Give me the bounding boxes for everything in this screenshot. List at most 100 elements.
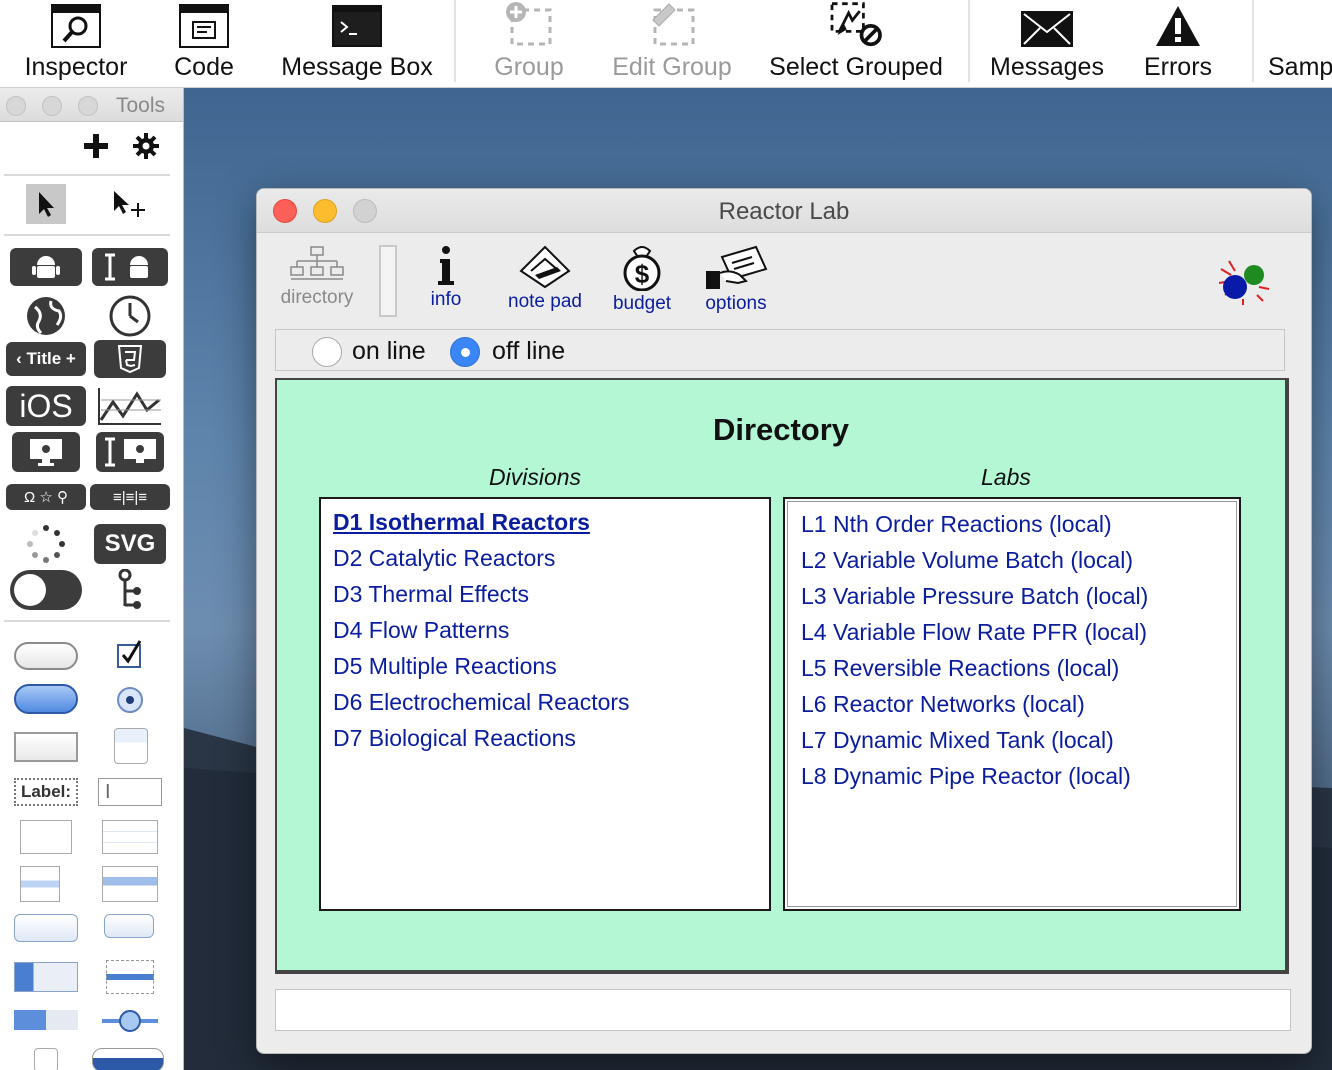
lock-tool-icon[interactable]	[34, 1048, 58, 1070]
list-field-tool-icon[interactable]	[20, 866, 60, 902]
on-line-label: on line	[352, 337, 426, 365]
budget-icon: $	[623, 246, 661, 291]
edit-group-button[interactable]: Edit Group	[604, 0, 740, 87]
pulldown-menu-tool-icon[interactable]	[106, 960, 154, 994]
checkbox-tool-icon[interactable]	[114, 638, 146, 670]
label-field-tool-label: Label:	[20, 782, 72, 801]
sample-button[interactable]: Samp	[1268, 0, 1332, 87]
table-field-tool-icon[interactable]	[102, 820, 158, 854]
default-button-tool-icon[interactable]	[14, 684, 78, 714]
group-button[interactable]: Group	[486, 0, 572, 87]
scrolling-field-tool-icon[interactable]	[20, 820, 72, 854]
lab-item-l7[interactable]: L7 Dynamic Mixed Tank (local)	[801, 727, 1114, 754]
clock-widget-icon[interactable]	[108, 294, 152, 338]
nav-divider	[379, 245, 397, 317]
add-icon[interactable]	[80, 130, 112, 162]
message-box-button[interactable]: Message Box	[272, 0, 442, 87]
data-grid-tool-icon[interactable]	[102, 866, 158, 902]
tools-divider	[4, 174, 170, 176]
html5-widget-icon[interactable]	[94, 340, 166, 378]
lab-item-l6[interactable]: L6 Reactor Networks (local)	[801, 691, 1085, 718]
directory-nav-button[interactable]: directory	[277, 245, 357, 309]
status-field	[275, 989, 1291, 1031]
budget-nav-button[interactable]: $ budget	[607, 245, 677, 315]
division-item-d1[interactable]: D1 Isothermal Reactors	[333, 509, 590, 536]
directory-nav-label: directory	[280, 287, 354, 308]
pointer-tool-icon[interactable]	[26, 184, 66, 224]
rectangle-button-tool-icon[interactable]	[14, 732, 78, 762]
lab-item-l8[interactable]: L8 Dynamic Pipe Reactor (local)	[801, 763, 1131, 790]
division-item-d5[interactable]: D5 Multiple Reactions	[333, 653, 557, 680]
directory-heading: Directory	[712, 412, 850, 447]
lab-item-l3[interactable]: L3 Variable Pressure Batch (local)	[801, 583, 1148, 610]
run-browse-tool-icon[interactable]	[108, 184, 148, 224]
browser-globe-icon[interactable]	[24, 294, 68, 338]
division-item-d4[interactable]: D4 Flow Patterns	[333, 617, 509, 644]
android-field-widget-icon[interactable]	[92, 248, 168, 286]
tab-button-tool-icon[interactable]	[114, 728, 148, 764]
division-item-d3[interactable]: D3 Thermal Effects	[333, 581, 529, 608]
group-icon	[506, 2, 552, 46]
svg-widget-icon[interactable]: SVG	[94, 524, 166, 564]
on-line-radio[interactable]	[312, 337, 342, 367]
svg-widget-label: SVG	[104, 530, 156, 557]
select-grouped-button[interactable]: Select Grouped	[758, 0, 954, 87]
segmented-control-widget-icon[interactable]: ≡|≡|≡	[90, 484, 170, 510]
inspector-icon	[51, 4, 101, 48]
errors-label: Errors	[1143, 53, 1213, 81]
options-nav-button[interactable]: options	[699, 245, 773, 315]
messages-icon	[1021, 11, 1073, 47]
info-nav-label: info	[430, 289, 462, 310]
slider-tool-icon[interactable]	[100, 1008, 160, 1034]
info-icon	[438, 246, 454, 285]
lab-item-l4[interactable]: L4 Variable Flow Rate PFR (local)	[801, 619, 1147, 646]
switch-widget-icon[interactable]	[10, 570, 82, 610]
note-pad-nav-label: note pad	[508, 291, 582, 312]
toolbar-divider	[968, 0, 970, 82]
note-pad-nav-button[interactable]: note pad	[501, 245, 589, 313]
android-button-widget-icon[interactable]	[10, 248, 82, 286]
lab-item-l5[interactable]: L5 Reversible Reactions (local)	[801, 655, 1119, 682]
lab-item-l2[interactable]: L2 Variable Volume Batch (local)	[801, 547, 1133, 574]
spinner-widget-icon[interactable]	[24, 522, 68, 566]
labs-list: L1 Nth Order Reactions (local) L2 Variab…	[783, 497, 1241, 911]
lab-item-l1[interactable]: L1 Nth Order Reactions (local)	[801, 511, 1112, 538]
window-title: Reactor Lab	[718, 198, 850, 225]
division-item-d7[interactable]: D7 Biological Reactions	[333, 725, 576, 752]
tree-view-widget-icon[interactable]	[112, 568, 148, 612]
popup-menu-tool-icon[interactable]	[14, 914, 78, 942]
combo-box-tool-icon[interactable]	[14, 962, 78, 992]
gear-icon[interactable]	[130, 130, 162, 162]
icon-bar-widget-icon[interactable]: Ω ☆ ⚲	[6, 484, 86, 510]
tools-minimize-button[interactable]	[42, 96, 62, 116]
info-nav-button[interactable]: info	[423, 245, 469, 311]
toolbar-divider	[1252, 0, 1254, 82]
off-line-radio[interactable]	[450, 337, 480, 367]
progress-bar-tool-icon[interactable]	[14, 1010, 78, 1030]
option-menu-tool-icon[interactable]	[104, 914, 154, 938]
ios-widget-icon[interactable]: iOS	[6, 386, 86, 426]
edit-group-label: Edit Group	[612, 53, 732, 81]
connection-mode-bar: on line off line	[275, 329, 1285, 371]
code-label: Code	[174, 53, 234, 81]
errors-button[interactable]: Errors	[1138, 0, 1218, 87]
navigation-bar-widget-icon[interactable]: ‹ Title +	[6, 342, 86, 376]
radio-button-tool-icon[interactable]	[114, 684, 146, 716]
push-button-tool-icon[interactable]	[14, 642, 78, 670]
division-item-d6[interactable]: D6 Electrochemical Reactors	[333, 689, 630, 716]
mac-button-widget-icon[interactable]	[12, 432, 80, 472]
messages-button[interactable]: Messages	[982, 0, 1112, 87]
top-toolbar: Inspector Code Message Box Group Edit Gr…	[0, 0, 1332, 88]
tools-close-button[interactable]	[6, 96, 26, 116]
inspector-button[interactable]: Inspector	[14, 0, 138, 87]
line-graph-widget-icon[interactable]	[96, 386, 164, 426]
mac-field-widget-icon[interactable]	[96, 432, 164, 472]
tools-divider	[4, 234, 170, 236]
code-button[interactable]: Code	[164, 0, 244, 87]
label-field-tool-icon[interactable]: Label:	[14, 778, 78, 806]
tools-zoom-button[interactable]	[78, 96, 98, 116]
text-entry-field-tool-icon[interactable]: I	[98, 778, 162, 806]
scrollbar-tool-icon[interactable]	[92, 1048, 164, 1070]
division-item-d2[interactable]: D2 Catalytic Reactors	[333, 545, 555, 572]
inspector-label: Inspector	[24, 53, 128, 81]
